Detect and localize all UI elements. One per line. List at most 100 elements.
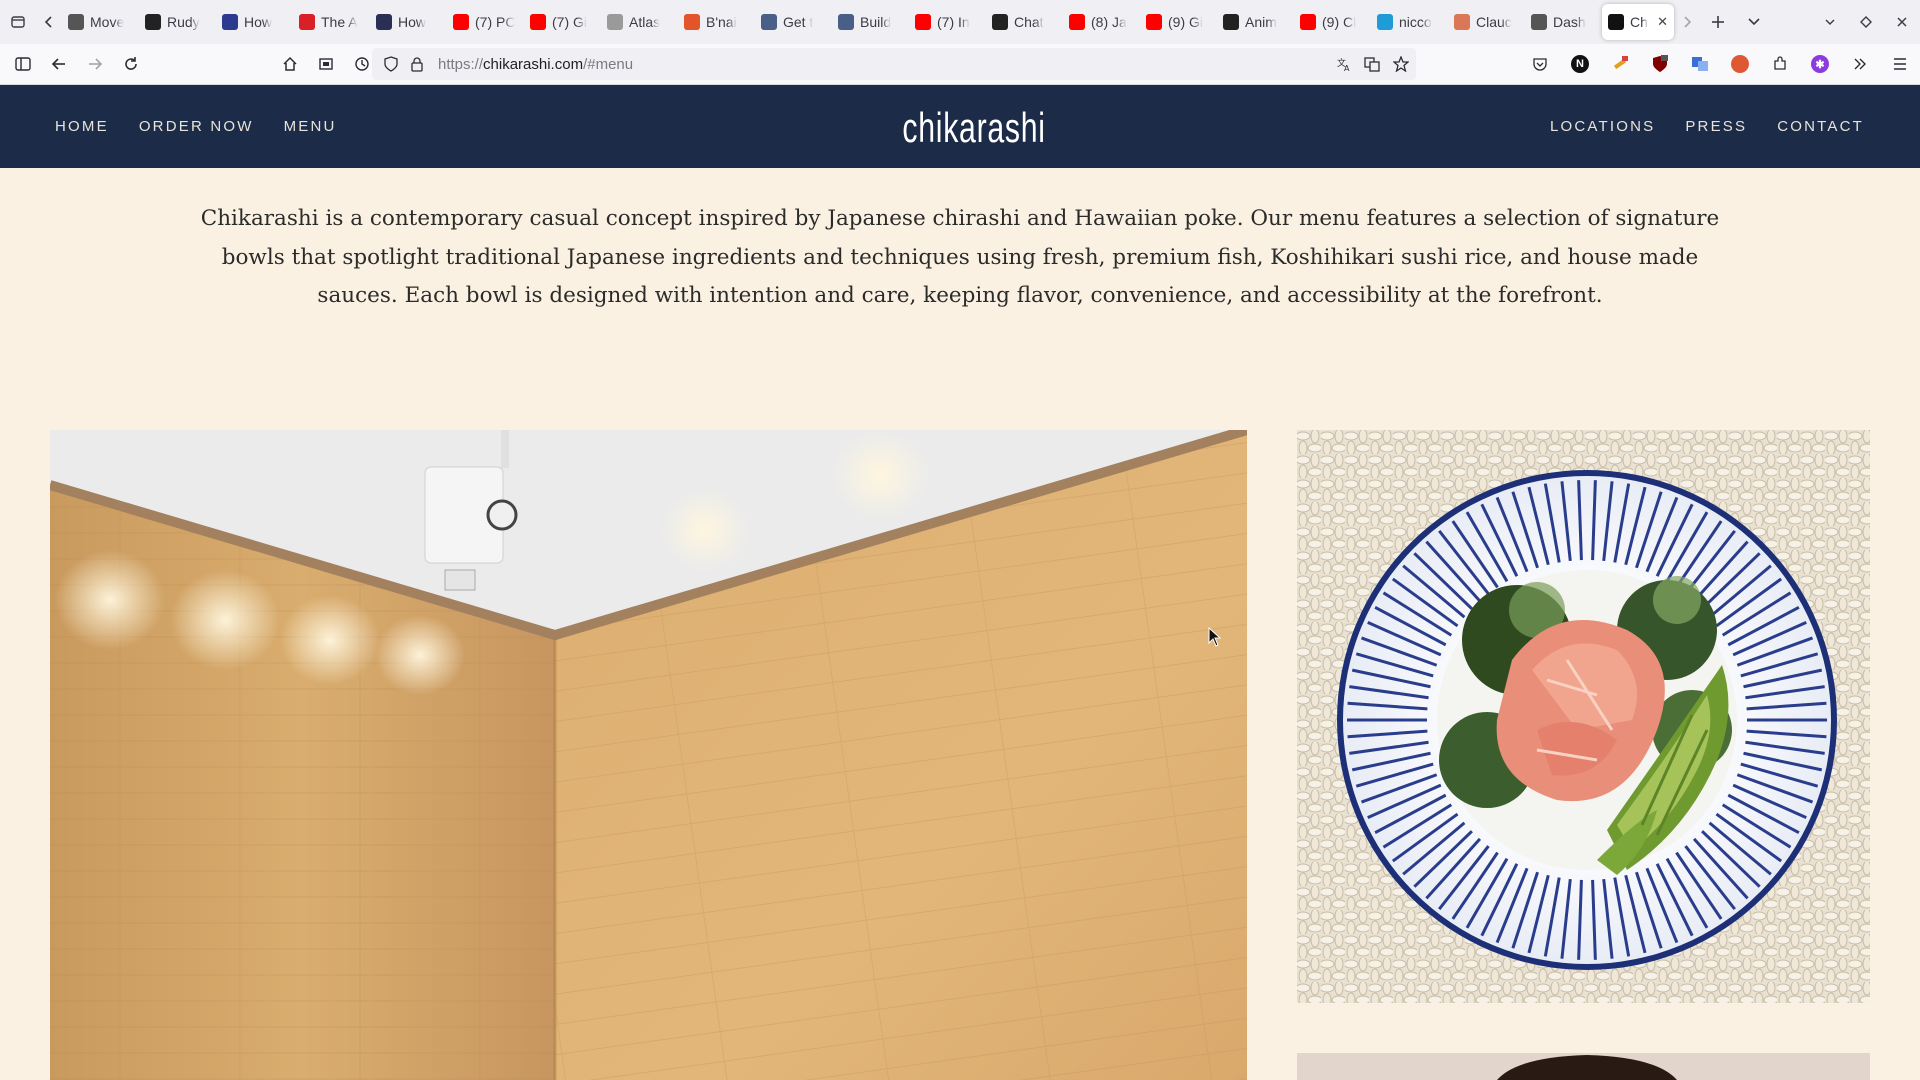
openai-icon: [992, 14, 1008, 30]
hamburger-menu-icon[interactable]: [1880, 44, 1920, 84]
tab[interactable]: Chat: [986, 4, 1063, 40]
poke-bowl-photo: [1297, 430, 1870, 1003]
translate-page-icon[interactable]: 文A: [1330, 49, 1358, 79]
screenshot-icon[interactable]: [308, 49, 344, 79]
w-logo-icon: [222, 14, 238, 30]
browser-tab-strip: Move Rudy How The A How (7) PC (7) Gi Atlas B'na…: [0, 0, 1920, 44]
tab[interactable]: How: [370, 4, 447, 40]
duckduckgo-extension-icon[interactable]: [1720, 44, 1760, 84]
circle-logo-icon: [376, 14, 392, 30]
youtube-icon: [453, 14, 469, 30]
site-logo[interactable]: chikarashi: [902, 103, 1045, 153]
sidebar-toggle-icon[interactable]: [5, 49, 41, 79]
tab-title: Move: [90, 14, 125, 30]
url-path: /#menu: [583, 55, 634, 73]
reload-icon[interactable]: [113, 49, 149, 79]
forward-arrow-icon[interactable]: [77, 49, 113, 79]
tab[interactable]: (7) In: [909, 4, 986, 40]
tab[interactable]: Move: [62, 4, 139, 40]
lock-icon[interactable]: [406, 49, 428, 79]
nav-link-home[interactable]: HOME: [55, 118, 109, 135]
tab[interactable]: (7) Gi: [524, 4, 601, 40]
url-bar[interactable]: https://chikarashi.com/#menu 文A: [372, 48, 1416, 80]
arrow-logo-icon: [68, 14, 84, 30]
tab-title: (9) Cl: [1322, 14, 1357, 30]
restaurant-interior-photo: [50, 430, 1247, 1080]
tracking-protection-shield-icon[interactable]: [376, 49, 406, 79]
tab-title: Dash: [1553, 14, 1586, 30]
youtube-icon: [1300, 14, 1316, 30]
tab-title: Clauc: [1476, 14, 1512, 30]
youtube-icon: [915, 14, 931, 30]
minimize-window-icon[interactable]: [1812, 4, 1848, 40]
tab[interactable]: nicco: [1371, 4, 1448, 40]
tab[interactable]: Anim: [1217, 4, 1294, 40]
tab-active[interactable]: Ch ✕: [1602, 4, 1674, 40]
nav-link-order-now[interactable]: ORDER NOW: [139, 118, 254, 135]
nav-link-contact[interactable]: CONTACT: [1777, 118, 1864, 135]
more-tools-chevron-icon[interactable]: [1840, 44, 1880, 84]
close-window-icon[interactable]: [1884, 4, 1920, 40]
extensions-puzzle-icon[interactable]: [1760, 44, 1800, 84]
url-text[interactable]: https://chikarashi.com/#menu: [438, 56, 633, 73]
youtube-icon: [1069, 14, 1085, 30]
maximize-window-icon[interactable]: [1848, 4, 1884, 40]
tab[interactable]: (8) Ja: [1063, 4, 1140, 40]
tab-title: Build: [860, 14, 892, 30]
bookmark-star-icon[interactable]: [1386, 49, 1416, 79]
home-icon[interactable]: [272, 49, 308, 79]
atlas-logo-icon: [607, 14, 623, 30]
back-arrow-icon[interactable]: [41, 49, 77, 79]
tab-title: (9) Gi: [1168, 14, 1203, 30]
site-header: HOME ORDER NOW MENU chikarashi LOCATIONS…: [0, 85, 1920, 168]
intro-paragraph: Chikarashi is a contemporary casual conc…: [200, 206, 1720, 308]
new-tab-plus-icon[interactable]: [1700, 4, 1736, 40]
tab[interactable]: (9) Cl: [1294, 4, 1371, 40]
tab[interactable]: (7) PC: [447, 4, 524, 40]
tab-title: Chat: [1014, 14, 1044, 30]
nav-link-locations[interactable]: LOCATIONS: [1550, 118, 1655, 135]
tab-title: Get t: [783, 14, 814, 30]
tab-title: Anim: [1245, 14, 1277, 30]
tab-list: Move Rudy How The A How (7) PC (7) Gi Atlas B'na…: [62, 0, 1674, 44]
m-logo-icon: [299, 14, 315, 30]
tab[interactable]: Rudy: [139, 4, 216, 40]
tab[interactable]: The A: [293, 4, 370, 40]
site-nav-left: HOME ORDER NOW MENU: [55, 85, 337, 168]
tab-overview-icon[interactable]: [0, 4, 36, 40]
url-prefix: https://: [438, 55, 484, 73]
tab[interactable]: (9) Gi: [1140, 4, 1217, 40]
scroll-tabs-right-icon[interactable]: [1674, 4, 1700, 40]
chikarashi-favicon-icon: [1608, 14, 1624, 30]
tab-title: B'nai: [706, 14, 737, 30]
pencil-extension-icon[interactable]: [1600, 44, 1640, 84]
navigation-toolbar: https://chikarashi.com/#menu 文A N ✱: [0, 44, 1920, 85]
tab[interactable]: Dash: [1525, 4, 1602, 40]
tab-title: Rudy: [167, 14, 200, 30]
tab-title: How: [244, 14, 273, 30]
diamond-logo-icon: [1223, 14, 1239, 30]
close-tab-icon[interactable]: ✕: [1657, 14, 1668, 30]
tab[interactable]: Get t: [755, 4, 832, 40]
notion-extension-icon[interactable]: N: [1560, 44, 1600, 84]
tab[interactable]: How: [216, 4, 293, 40]
bnai-logo-icon: [684, 14, 700, 30]
tab-title: (7) PC: [475, 14, 516, 30]
nav-link-press[interactable]: PRESS: [1685, 118, 1747, 135]
purple-extension-icon[interactable]: ✱: [1800, 44, 1840, 84]
nav-link-menu[interactable]: MENU: [284, 118, 337, 135]
tab-title: Ch: [1630, 14, 1648, 30]
scroll-tabs-left-icon[interactable]: [36, 4, 62, 40]
tab[interactable]: Clauc: [1448, 4, 1525, 40]
tab[interactable]: Atlas: [601, 4, 678, 40]
pocket-icon[interactable]: [1520, 44, 1560, 84]
tab-title: Atlas: [629, 14, 661, 30]
ublock-shield-icon[interactable]: [1640, 44, 1680, 84]
claude-logo-icon: [1454, 14, 1470, 30]
rf-logo-icon: [145, 14, 161, 30]
list-all-tabs-icon[interactable]: [1736, 4, 1772, 40]
tab[interactable]: B'nai: [678, 4, 755, 40]
translator-extension-icon[interactable]: [1358, 49, 1386, 79]
tab[interactable]: Build: [832, 4, 909, 40]
translate-extension-icon[interactable]: [1680, 44, 1720, 84]
